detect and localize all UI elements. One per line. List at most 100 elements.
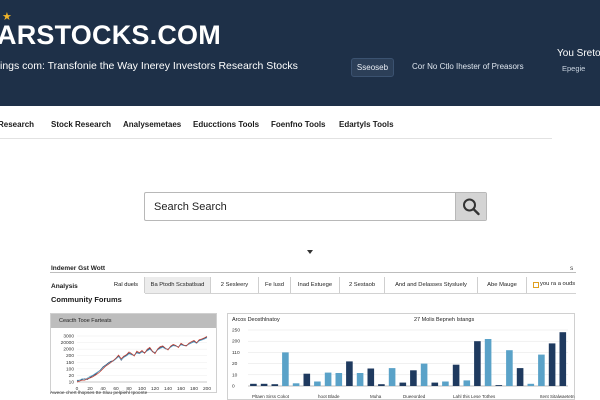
line-chart-xtick-label: 200	[203, 386, 211, 392]
bar-chart-bar	[538, 354, 545, 386]
tab-fund[interactable]: Fe lusd	[259, 277, 291, 293]
section-more-link[interactable]: s	[570, 265, 573, 272]
line-chart-ytick-label: 3000	[63, 334, 74, 340]
bar-chart-bar	[442, 381, 449, 386]
bar-chart-bar	[548, 343, 556, 386]
tab-research[interactable]: 2 Sestaob	[340, 277, 385, 293]
bar-chart-bar	[559, 332, 567, 386]
search-icon	[463, 198, 480, 216]
analysis-label: Analysis	[51, 283, 78, 290]
legend-item: Itent Sitalwaetetn	[540, 394, 575, 399]
legend-item: Lahl this Lese Tothes	[453, 394, 496, 399]
bar-chart-bar	[463, 380, 471, 386]
bar-chart-bar	[250, 383, 257, 386]
line-chart-xtick-label: 160	[177, 386, 185, 392]
tab-you-are-a-pro[interactable]: you ra a ouds	[540, 281, 575, 287]
header-account-sub[interactable]: Epegie	[562, 64, 585, 73]
scroll-down-caret-icon[interactable]	[307, 250, 313, 254]
line-chart-ytick-label: 20	[69, 373, 75, 379]
line-chart-ytick-label: 150	[66, 360, 74, 366]
tab-security[interactable]: 2 Sesleery	[211, 277, 259, 293]
line-chart-xtick-label: 120	[151, 386, 159, 392]
line-chart-ytick-label: 10	[69, 380, 75, 386]
checkbox-icon[interactable]	[533, 282, 539, 288]
header-meta-text: Cor No Ctlo Ihester of Preasors	[412, 62, 524, 71]
bar-chart-bar	[378, 384, 385, 386]
search-input[interactable]	[145, 193, 458, 220]
bar-chart-ytick-label: 110	[232, 350, 240, 356]
search-button[interactable]	[455, 193, 486, 220]
chart-legend: Pltaen Sirss Cokot hoot Blade Muha Dueeo…	[0, 394, 600, 400]
bar-chart-title: Arcos Deosthlnatoy	[232, 317, 280, 323]
bar-chart-bar	[452, 364, 460, 386]
bar-chart-ytick-label: 10	[232, 372, 238, 378]
tabs-divider	[145, 293, 576, 294]
nav-divider	[0, 138, 552, 139]
bar-chart-bar	[516, 368, 524, 386]
bar-chart-panel: Arcos Deosthlnatoy 27 Molis Bepneh Istan…	[227, 313, 575, 400]
bar-chart: 250 200 110 20 10 0	[232, 328, 568, 390]
bar-chart-bar	[420, 363, 428, 386]
bar-chart-bar	[314, 381, 321, 386]
bar-chart-bar	[260, 383, 268, 386]
legend-item: hoot Blade	[318, 394, 340, 399]
line-chart-xtick-label: 140	[164, 386, 172, 392]
bar-chart-bar	[356, 373, 364, 386]
nav-item-stock-research[interactable]: Stock Research	[51, 120, 111, 129]
bar-chart-bar	[388, 368, 396, 386]
tab-analysts[interactable]: And and Delasses Stysluely	[385, 277, 478, 293]
bar-chart-ytick-label: 20	[232, 361, 238, 367]
line-chart-series	[77, 337, 208, 381]
site-tagline: ings com: Transfonie the Way Inerey Inve…	[0, 60, 298, 72]
legend-item: Dueeorded	[403, 394, 426, 399]
bar-chart-bar	[399, 382, 407, 386]
nav-item-analysis[interactable]: Analysemetaes	[123, 120, 181, 129]
bar-chart-bar	[282, 352, 289, 386]
line-chart-ytick-label: 20000	[61, 340, 75, 346]
line-chart-ytick-label: 2000	[63, 347, 74, 353]
section-divider	[50, 272, 576, 273]
bar-chart-bar	[527, 383, 535, 386]
line-chart-xtick-label: 180	[190, 386, 198, 392]
section-title: Indemer Gst Wott	[51, 265, 106, 272]
nav-item-research[interactable]: Research	[0, 120, 34, 129]
header-search-button[interactable]: Sseoseb	[351, 58, 394, 77]
bar-chart-ytick-label: 0	[232, 384, 235, 390]
nav-item-portfolio-tools[interactable]: Foenfno Tools	[271, 120, 326, 129]
bar-chart-bar	[303, 373, 311, 386]
nav-item-education-tools[interactable]: Educctions Tools	[193, 120, 259, 129]
nav-item-extra-tools[interactable]: Edartyls Tools	[339, 120, 394, 129]
bar-chart-bar	[410, 370, 417, 386]
bar-chart-bar	[506, 350, 513, 386]
bar-chart-bar	[324, 372, 332, 386]
bar-chart-bar	[346, 361, 353, 386]
bar-chart-bar	[495, 385, 503, 386]
tab-stock-scanner[interactable]: Ba Ptodh Scsbatlsad	[145, 277, 211, 293]
legend-item: Pltaen Sirss Cokot	[252, 394, 290, 399]
site-header: ★ ARSTOCKS.COM ings com: Transfonie the …	[0, 0, 600, 106]
bar-chart-bar	[271, 384, 279, 386]
bar-chart-ytick-label: 200	[232, 339, 240, 345]
header-account-title[interactable]: You Sreto	[557, 48, 600, 59]
line-chart-title: Ceacth Tooe Farteats	[59, 318, 112, 324]
bar-chart-bar	[431, 382, 439, 386]
line-chart: 300020000200020015010020100 20 40 60 80 100 12…	[61, 334, 212, 393]
line-chart-ytick-label: 100	[66, 366, 74, 372]
legend-item: Muha	[370, 394, 382, 399]
bar-chart-bar	[335, 373, 343, 386]
search-box	[144, 192, 487, 221]
bar-chart-subtitle: 27 Molis Bepneh Istangs	[414, 317, 475, 323]
line-chart-series	[76, 336, 208, 383]
line-chart-ytick-label: 200	[66, 353, 74, 359]
tab-trade-exchange[interactable]: Inad Estuege	[291, 277, 340, 293]
bar-chart-bar	[292, 383, 300, 386]
main-nav: Research Stock Research Analysemetaes Ed…	[0, 106, 600, 140]
bar-chart-ytick-label: 250	[232, 328, 240, 334]
site-logo[interactable]: ARSTOCKS.COM	[0, 20, 221, 51]
community-forums-heading[interactable]: Community Forums	[51, 295, 122, 304]
tab-results[interactable]: Ral duels	[108, 277, 145, 293]
tab-average[interactable]: Abe Mauge	[478, 277, 527, 293]
line-chart-panel: Ceacth Tooe Farteats 3000 20000 2000 200 150…	[50, 313, 217, 393]
line-chart-header: Ceacth Tooe Farteats	[51, 314, 216, 328]
bar-chart-bar	[474, 341, 481, 386]
